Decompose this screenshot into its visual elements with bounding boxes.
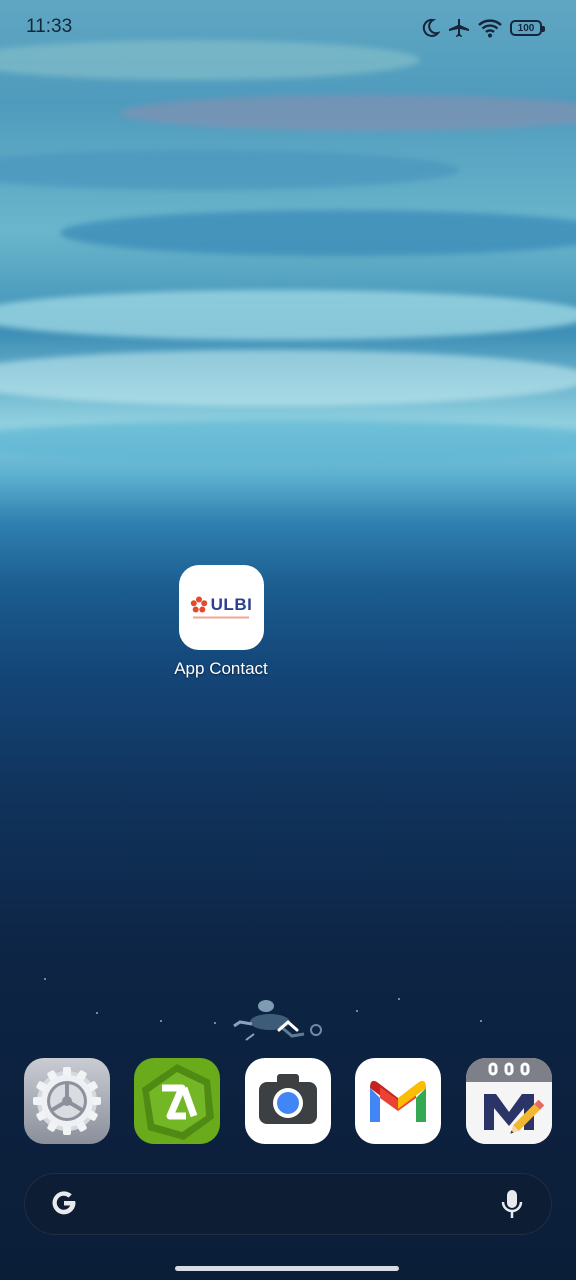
ulbi-logo-text: ULBI bbox=[210, 595, 253, 614]
dock bbox=[24, 1058, 552, 1144]
mic-icon[interactable] bbox=[499, 1188, 525, 1220]
wallpaper-streak bbox=[0, 290, 576, 340]
settings-app[interactable] bbox=[24, 1058, 110, 1144]
home-screen: 11:33 100 ULBI App Contact bbox=[0, 0, 576, 1280]
app-contact-icon[interactable]: ULBI bbox=[178, 565, 264, 650]
status-bar: 11:33 100 bbox=[0, 0, 576, 56]
gesture-nav-handle[interactable] bbox=[175, 1266, 399, 1271]
wallpaper-streak bbox=[60, 210, 576, 256]
wifi-icon bbox=[478, 19, 502, 38]
zarchiver-icon bbox=[142, 1064, 214, 1140]
gmail-app[interactable] bbox=[355, 1058, 441, 1144]
gear-icon bbox=[33, 1067, 101, 1135]
google-search-bar[interactable] bbox=[24, 1173, 552, 1235]
camera-icon bbox=[259, 1074, 317, 1124]
google-icon[interactable] bbox=[49, 1188, 79, 1218]
airplane-icon bbox=[449, 19, 469, 37]
star bbox=[160, 1020, 162, 1022]
star bbox=[214, 1022, 216, 1024]
moon-icon bbox=[422, 18, 440, 37]
star bbox=[356, 1010, 358, 1012]
status-time: 11:33 bbox=[26, 16, 73, 37]
zarchiver-app[interactable] bbox=[134, 1058, 220, 1144]
wallpaper-streak bbox=[120, 95, 576, 131]
gmail-icon bbox=[370, 1080, 426, 1122]
star bbox=[96, 1012, 98, 1014]
wallpaper-streak bbox=[0, 350, 576, 406]
notes-app[interactable] bbox=[466, 1058, 552, 1144]
star bbox=[480, 1020, 482, 1022]
star bbox=[398, 998, 400, 1000]
battery-level: 100 bbox=[517, 22, 535, 34]
app-contact-label: App Contact bbox=[174, 659, 268, 678]
wallpaper-streak bbox=[0, 420, 576, 464]
notebook-pencil-icon bbox=[466, 1058, 552, 1144]
status-icons: 100 bbox=[422, 18, 545, 38]
star bbox=[44, 978, 46, 980]
ulbi-logo: ULBI bbox=[190, 595, 253, 615]
wallpaper-streak bbox=[0, 150, 460, 190]
battery-icon: 100 bbox=[510, 20, 545, 36]
app-drawer-chevron-icon[interactable] bbox=[276, 1018, 300, 1034]
camera-app[interactable] bbox=[245, 1058, 331, 1144]
flower-icon bbox=[190, 596, 207, 613]
ulbi-tagline-decoration bbox=[193, 616, 249, 620]
app-contact-shortcut[interactable]: ULBI App Contact bbox=[166, 565, 276, 679]
